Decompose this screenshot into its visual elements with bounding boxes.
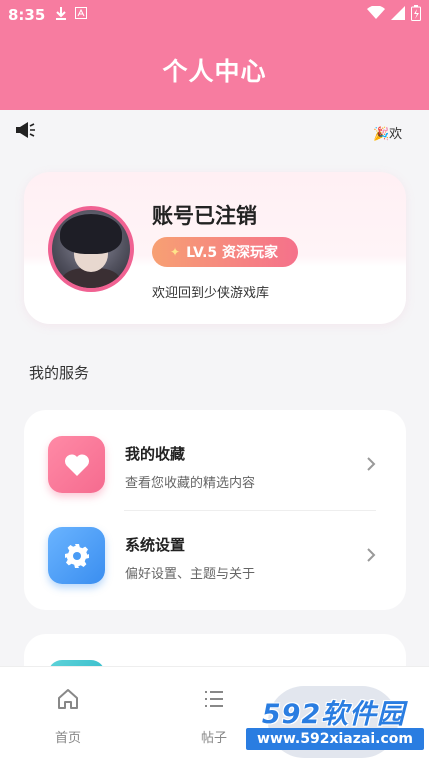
megaphone-icon — [14, 119, 36, 145]
favorites-item[interactable]: 我的收藏 查看您收藏的精选内容 — [24, 410, 406, 500]
page-title: 个人中心 — [162, 57, 267, 86]
profile-card[interactable]: 账号已注销 ✦ LV.5 资深玩家 欢迎回到少侠游戏库 — [24, 172, 406, 324]
status-time: 8:35 — [8, 6, 46, 24]
settings-item[interactable]: 系统设置 偏好设置、主题与关于 — [24, 501, 406, 591]
watermark-url: www.592xiazai.com — [246, 728, 424, 750]
gear-icon — [48, 527, 105, 584]
chevron-right-icon — [367, 548, 376, 562]
username: 账号已注销 — [152, 204, 257, 228]
battery-charging-icon — [411, 5, 421, 25]
welcome-text: 欢迎回到少侠游戏库 — [152, 286, 270, 301]
level-text: LV.5 资深玩家 — [186, 245, 279, 261]
favorites-desc: 查看您收藏的精选内容 — [125, 476, 256, 491]
notice-marquee-text: 🎉欢 — [373, 126, 403, 142]
favorites-label: 我的收藏 — [125, 445, 186, 463]
watermark: 592软件园 www.592xiazai.com — [238, 686, 429, 758]
home-icon — [58, 689, 78, 709]
a-box-icon — [75, 7, 88, 23]
tab-home-label: 首页 — [54, 731, 81, 746]
tab-home[interactable]: 首页 — [23, 667, 113, 762]
settings-desc: 偏好设置、主题与关于 — [125, 567, 256, 582]
settings-label: 系统设置 — [125, 536, 186, 554]
wifi-icon — [367, 5, 385, 24]
status-bar: 8:35 — [0, 0, 429, 30]
avatar[interactable] — [48, 206, 134, 292]
heart-icon — [48, 436, 105, 493]
watermark-title: 592软件园 — [261, 699, 406, 730]
signal-icon — [391, 6, 405, 24]
download-icon — [55, 6, 67, 24]
level-badge: ✦ LV.5 资深玩家 — [152, 237, 298, 267]
services-card: 我的收藏 查看您收藏的精选内容 系统设置 偏好设置、主题与关于 — [24, 410, 406, 610]
header: 个人中心 — [0, 30, 429, 110]
services-section-title: 我的服务 — [29, 364, 90, 382]
sparkle-icon: ✦ — [170, 245, 181, 259]
chevron-right-icon — [367, 457, 376, 471]
notice-bar[interactable]: 🎉欢 — [0, 110, 429, 154]
list-icon — [205, 691, 223, 707]
